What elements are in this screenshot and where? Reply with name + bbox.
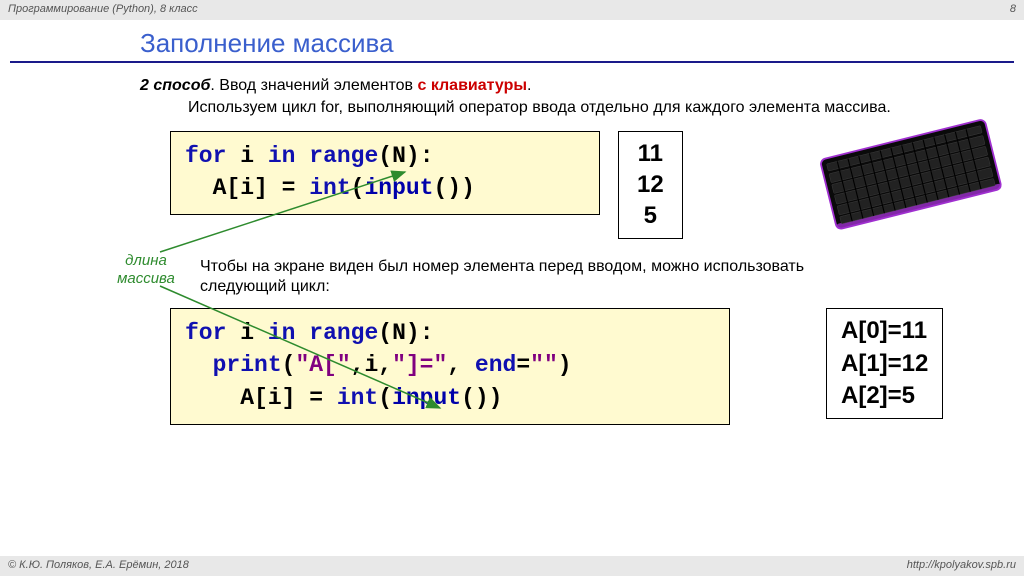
footer-copyright: © К.Ю. Поляков, Е.А. Ерёмин, 2018 bbox=[8, 559, 189, 573]
code-block-1: for i in range(N): A[i] = int(input()) bbox=[170, 131, 600, 215]
row-2: for i in range(N): print("A[",i,"]=", en… bbox=[170, 308, 1024, 425]
array-length-label: длина массива bbox=[106, 252, 186, 288]
footer-url: http://kpolyakov.spb.ru bbox=[907, 559, 1016, 573]
method-line: 2 способ. Ввод значений элементов с клав… bbox=[140, 77, 984, 95]
title-divider bbox=[10, 61, 1014, 63]
description-text: Используем цикл for, выполняющий операто… bbox=[188, 99, 984, 117]
header-left: Программирование (Python), 8 класс bbox=[8, 3, 198, 17]
paragraph-2: Чтобы на экране виден был номер элемента… bbox=[200, 257, 880, 299]
slide-header: Программирование (Python), 8 класс 8 bbox=[0, 0, 1024, 20]
slide-footer: © К.Ю. Поляков, Е.А. Ерёмин, 2018 http:/… bbox=[0, 556, 1024, 576]
output-box-1: 11 12 5 bbox=[618, 131, 683, 239]
output-box-2: A[0]=11 A[1]=12 A[2]=5 bbox=[826, 308, 943, 419]
method-highlight: с клавиатуры bbox=[417, 77, 527, 94]
header-page-number: 8 bbox=[1010, 3, 1016, 17]
slide-title: Заполнение массива bbox=[140, 28, 1024, 59]
keyboard-image bbox=[819, 118, 1004, 236]
code-block-2: for i in range(N): print("A[",i,"]=", en… bbox=[170, 308, 730, 425]
method-label: 2 способ bbox=[140, 77, 210, 94]
